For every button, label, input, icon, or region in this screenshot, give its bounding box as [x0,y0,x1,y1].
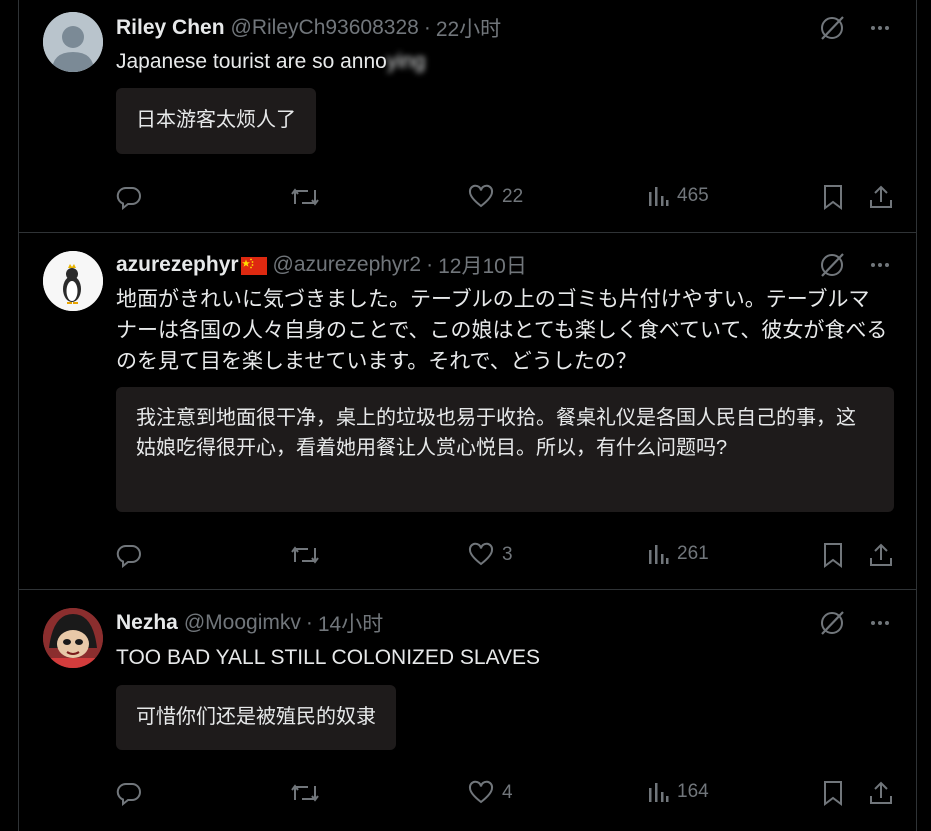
translation-box: 可惜你们还是被殖民的奴隶 [116,685,396,750]
tweet-2[interactable]: azurezephyr @azurezephyr2 · 12月10日 地面がきれ… [19,233,916,590]
bookmark-icon [824,543,842,568]
grok-icon[interactable] [818,14,846,42]
like-button[interactable]: 4 [468,780,513,806]
share-button[interactable] [868,184,894,210]
bookmark-icon [824,185,842,210]
tweet-1[interactable]: Riley Chen @RileyCh93608328 · 22小时 Japan… [19,0,916,233]
view-count: 261 [677,543,709,564]
default-avatar-icon [43,12,103,72]
grok-icon[interactable] [818,251,846,279]
separator: · [426,253,434,276]
tweet-text: Japanese tourist are so annoying [116,46,886,77]
tweet-top-icons [818,14,892,42]
tweet-actions: 3 261 [116,542,894,572]
tweet-actions: 4 164 [116,780,894,810]
user-handle[interactable]: @azurezephyr2 [273,253,422,277]
user-handle[interactable]: @Moogimkv [184,611,301,635]
user-handle[interactable]: @RileyCh93608328 [231,16,419,40]
share-icon [870,543,892,566]
like-count: 22 [502,186,524,207]
like-button[interactable]: 22 [468,184,523,210]
tweet-header: azurezephyr @azurezephyr2 · 12月10日 [116,250,527,280]
reply-button[interactable] [116,184,142,210]
share-button[interactable] [868,542,894,568]
more-icon[interactable] [868,16,892,40]
view-count: 465 [677,185,709,206]
retweet-button[interactable] [290,542,320,568]
separator: · [305,611,313,634]
timestamp[interactable]: 22小时 [436,13,501,43]
translation-text: 我注意到地面很干净，桌上的垃圾也易于收拾。餐桌礼仪是各国人民自己的事，这姑娘吃得… [136,407,856,459]
translation-text: 可惜你们还是被殖民的奴隶 [136,706,376,728]
like-count: 4 [502,782,513,803]
tweet-text-visible: Japanese tourist are so anno [116,50,387,73]
tweet-header: Nezha @Moogimkv · 14小时 [116,608,383,638]
like-icon [468,780,494,804]
timestamp[interactable]: 12月10日 [438,250,527,280]
more-icon[interactable] [868,611,892,635]
tweet-text-obscured: ying [386,50,426,73]
more-icon[interactable] [868,253,892,277]
china-flag-icon [240,257,267,275]
translation-box: 我注意到地面很干净，桌上的垃圾也易于收拾。餐桌礼仪是各国人民自己的事，这姑娘吃得… [116,387,894,512]
like-button[interactable]: 3 [468,542,513,568]
avatar[interactable] [43,12,103,72]
bookmark-button[interactable] [822,542,844,568]
avatar[interactable] [43,251,103,311]
timeline: Riley Chen @RileyCh93608328 · 22小时 Japan… [18,0,917,831]
views-icon [649,187,669,206]
tweet-top-icons [818,609,892,637]
like-icon [468,184,494,208]
grok-icon[interactable] [818,609,846,637]
retweet-button[interactable] [290,780,320,806]
views-button[interactable]: 164 [647,780,709,804]
bookmark-button[interactable] [822,780,844,806]
share-icon [870,781,892,804]
like-count: 3 [502,544,513,565]
tweet-actions: 22 465 [116,184,894,214]
timestamp[interactable]: 14小时 [318,608,383,638]
separator: · [423,16,431,39]
views-button[interactable]: 465 [647,184,709,208]
tweet-top-icons [818,251,892,279]
tweet-header: Riley Chen @RileyCh93608328 · 22小时 [116,13,501,43]
share-button[interactable] [868,780,894,806]
views-icon [649,545,669,564]
retweet-icon [291,546,319,564]
retweet-button[interactable] [290,184,320,210]
penguin-avatar-icon [43,251,103,311]
translation-text: 日本游客太烦人了 [136,109,296,131]
display-name[interactable]: Nezha [116,611,178,635]
tweet-3[interactable]: Nezha @Moogimkv · 14小时 TOO BAD YALL STIL… [19,590,916,831]
display-name[interactable]: Riley Chen [116,16,225,40]
share-icon [870,185,892,208]
tweet-text: 地面がきれいに気づきました。テーブルの上のゴミも片付けやすい。テーブルマナーは各… [116,288,888,373]
cartoon-avatar-icon [43,608,103,668]
reply-button[interactable] [116,542,142,568]
reply-button[interactable] [116,780,142,806]
retweet-icon [291,188,319,206]
display-name[interactable]: azurezephyr [116,253,239,277]
retweet-icon [291,784,319,802]
tweet-text: TOO BAD YALL STILL COLONIZED SLAVES [116,646,541,669]
avatar[interactable] [43,608,103,668]
reply-icon [116,782,141,806]
like-icon [468,542,494,566]
views-icon [649,783,669,802]
reply-icon [116,544,141,568]
reply-icon [116,186,141,210]
bookmark-icon [824,781,842,806]
bookmark-button[interactable] [822,184,844,210]
views-button[interactable]: 261 [647,542,709,566]
view-count: 164 [677,781,709,802]
translation-box: 日本游客太烦人了 [116,88,316,154]
